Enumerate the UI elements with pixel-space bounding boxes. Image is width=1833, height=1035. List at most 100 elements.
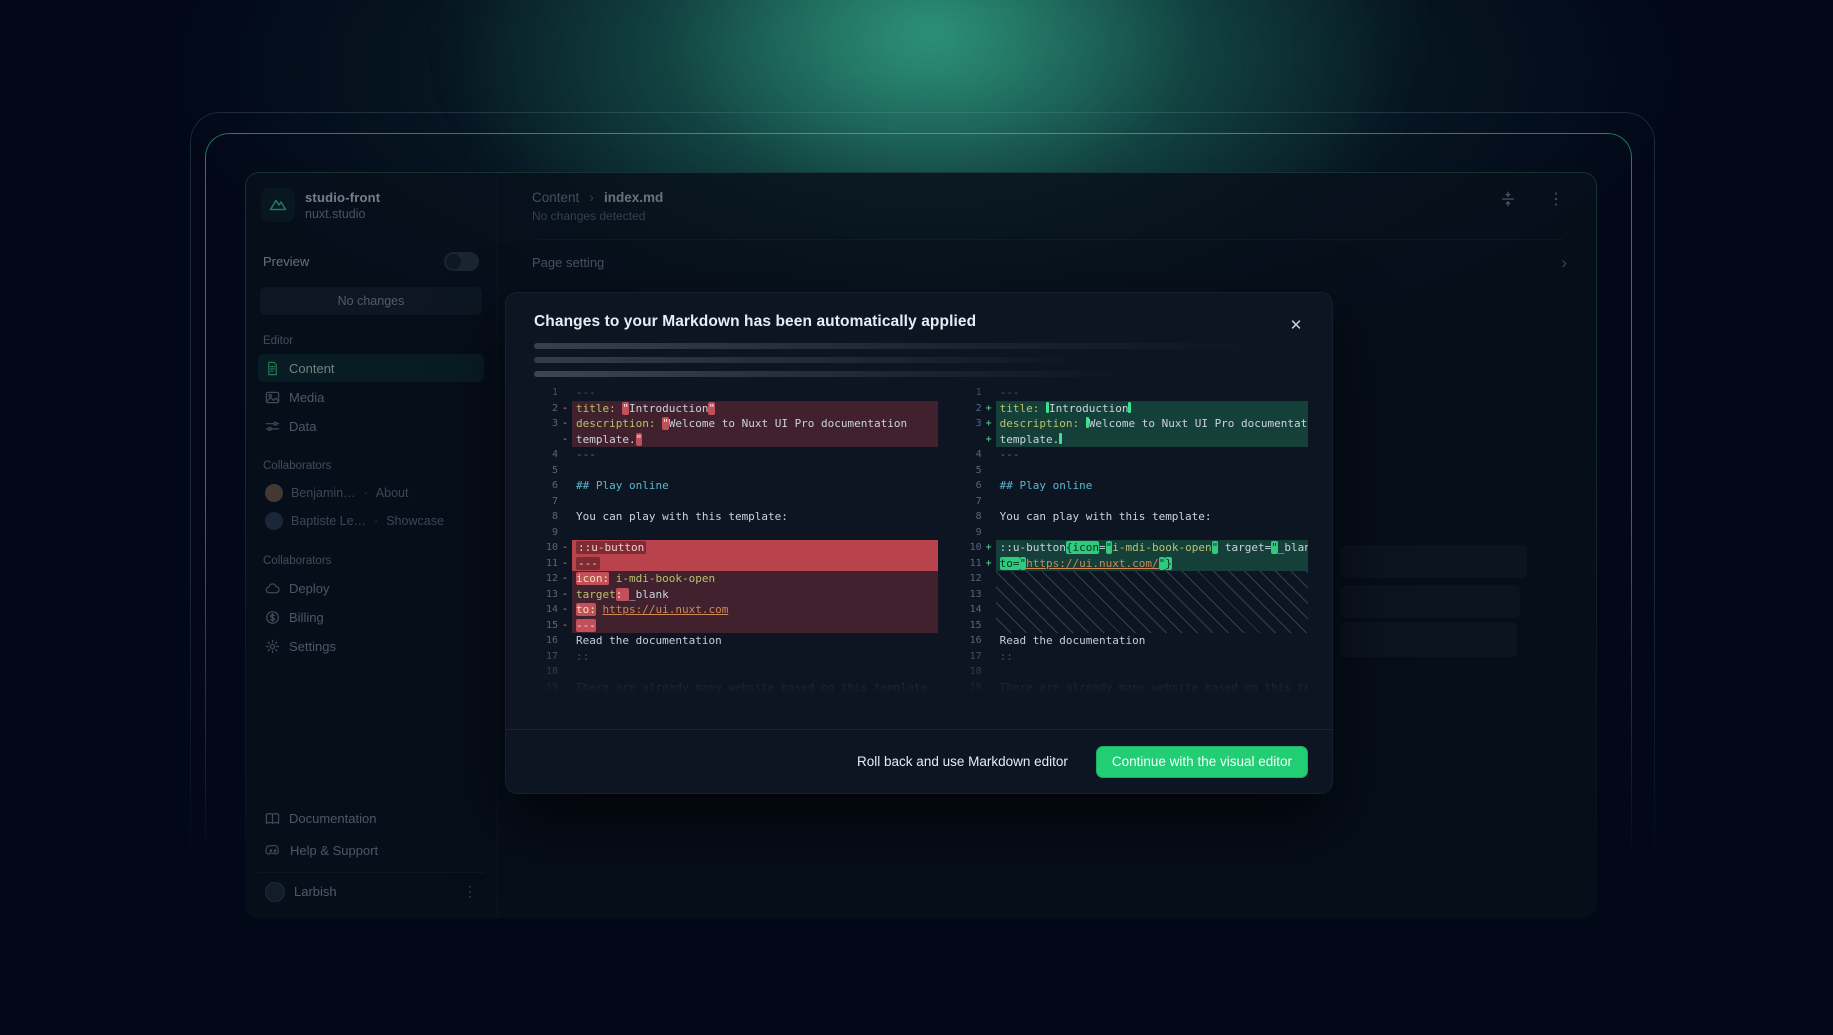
code-segment: You can play with this template: <box>576 510 788 523</box>
code-segment: ::u-button <box>576 541 646 554</box>
close-icon[interactable]: ✕ <box>1286 315 1306 335</box>
code-segment: --- <box>576 386 596 399</box>
code-text: target: _blank <box>572 587 938 603</box>
line-number: 13 <box>954 587 982 603</box>
line-number: 6 <box>954 478 982 494</box>
markdown-changes-modal: Changes to your Markdown has been automa… <box>505 292 1333 794</box>
code-segment: " <box>636 433 643 446</box>
marker-empty <box>982 478 996 494</box>
code-segment: Introduction <box>629 402 708 415</box>
diff-line: 16Read the documentation <box>954 633 1362 649</box>
diff-line: 17:: <box>954 649 1362 665</box>
code-text: :: <box>996 649 1362 665</box>
diff-line: +template. <box>954 432 1362 448</box>
code-text <box>572 664 938 680</box>
code-segment: :: <box>1000 650 1013 663</box>
line-number: 4 <box>530 447 558 463</box>
line-number: 7 <box>954 494 982 510</box>
code-segment: ::u-button <box>1000 541 1066 554</box>
diff-line: 9 <box>954 525 1362 541</box>
marker-empty <box>558 494 572 510</box>
deletion-marker: - <box>558 432 572 448</box>
line-number: 5 <box>954 463 982 479</box>
addition-marker: + <box>982 401 996 417</box>
line-number <box>954 432 982 448</box>
line-number: 1 <box>530 385 558 401</box>
diff-line: 9 <box>530 525 938 541</box>
marker-empty <box>558 385 572 401</box>
line-number: 2 <box>530 401 558 417</box>
continue-button[interactable]: Continue with the visual editor <box>1096 746 1308 778</box>
insert-marker <box>1059 433 1062 444</box>
deletion-marker: - <box>558 602 572 618</box>
code-segment: " <box>662 417 669 430</box>
code-segment: icon: <box>576 572 609 585</box>
code-text: :: <box>572 649 938 665</box>
code-text: ## Play online <box>996 478 1362 494</box>
code-text: There are already many website based on … <box>996 680 1362 696</box>
deletion-marker: - <box>558 401 572 417</box>
code-text: to="https://ui.nuxt.com/"} <box>996 556 1362 572</box>
line-number: 11 <box>954 556 982 572</box>
addition-marker: + <box>982 556 996 572</box>
code-text: You can play with this template: <box>996 509 1362 525</box>
modal-footer: Roll back and use Markdown editor Contin… <box>506 729 1332 793</box>
diff-line: 13-target: _blank <box>530 587 938 603</box>
diff-line: 4--- <box>954 447 1362 463</box>
addition-marker: + <box>982 432 996 448</box>
line-number: 10 <box>954 540 982 556</box>
diff-line: -template." <box>530 432 938 448</box>
code-segment: Welcome to Nuxt UI Pro documentation <box>1089 417 1327 430</box>
code-segment: title: <box>576 402 616 415</box>
code-segment: You can play with this template: <box>1000 510 1212 523</box>
marker-empty <box>982 447 996 463</box>
modal-description-skeleton <box>534 343 1304 377</box>
code-text: icon: i-mdi-book-open <box>572 571 938 587</box>
marker-empty <box>982 680 996 696</box>
code-segment: --- <box>576 448 596 461</box>
marker-empty <box>558 525 572 541</box>
diff-line: 5 <box>954 463 1362 479</box>
code-segment: ## Play online <box>1000 479 1093 492</box>
line-number: 15 <box>954 618 982 634</box>
line-number: 19 <box>954 680 982 696</box>
line-number: 6 <box>530 478 558 494</box>
code-segment: --- <box>576 619 596 632</box>
code-text: --- <box>572 447 938 463</box>
diff-line: 12-icon: i-mdi-book-open <box>530 571 938 587</box>
code-segment: " <box>708 402 715 415</box>
line-number: 14 <box>954 602 982 618</box>
code-segment: _blank <box>1278 541 1318 554</box>
addition-marker: + <box>982 416 996 432</box>
rollback-button[interactable]: Roll back and use Markdown editor <box>857 754 1068 769</box>
code-segment: target= <box>1218 541 1271 554</box>
marker-empty <box>558 680 572 696</box>
marker-empty <box>558 447 572 463</box>
code-segment: There are already many website based on … <box>576 681 934 694</box>
marker-empty <box>558 633 572 649</box>
code-segment: {icon <box>1066 541 1099 554</box>
diff-view: 1---2-title: "Introduction"3-description… <box>530 385 1308 703</box>
code-segment: --- <box>1000 448 1020 461</box>
marker-empty <box>982 571 996 587</box>
code-segment: Read the documentation <box>1000 634 1146 647</box>
code-text <box>996 494 1362 510</box>
code-segment: = <box>1099 541 1106 554</box>
code-segment: to: <box>576 603 596 616</box>
diff-line: 7 <box>954 494 1362 510</box>
marker-empty <box>982 463 996 479</box>
code-segment: i-mdi-book-open <box>616 572 715 585</box>
diff-line: 3+description: Welcome to Nuxt UI Pro do… <box>954 416 1362 432</box>
code-text: --- <box>572 385 938 401</box>
line-number: 17 <box>954 649 982 665</box>
code-segment: Welcome to Nuxt UI Pro documentation <box>669 417 907 430</box>
code-text <box>996 463 1362 479</box>
diff-line: 8You can play with this template: <box>954 509 1362 525</box>
code-segment: https://ui.nuxt.com <box>603 603 729 616</box>
code-text: ## Play online <box>572 478 938 494</box>
diff-line: 4 --- <box>530 447 938 463</box>
code-segment: " <box>622 402 629 415</box>
code-segment <box>609 572 616 585</box>
line-number: 8 <box>530 509 558 525</box>
diff-line: 1 --- <box>530 385 938 401</box>
